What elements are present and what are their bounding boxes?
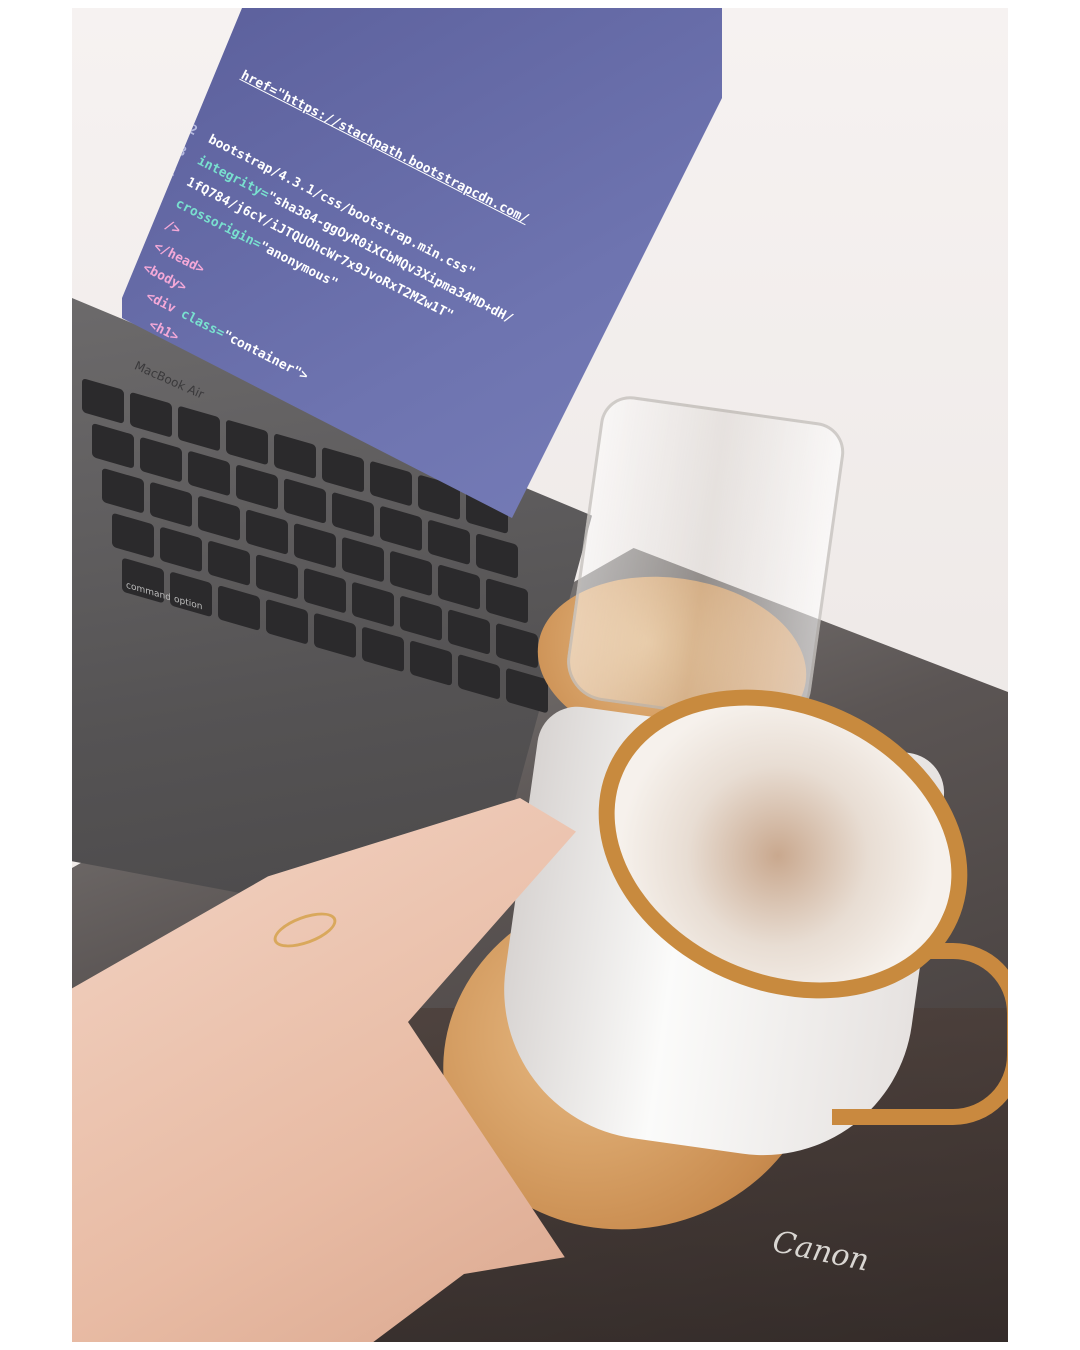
keyboard-key [112,512,154,559]
drinking-glass [561,392,849,730]
keyboard-key: option [170,571,212,618]
keyboard-key [102,467,144,514]
keyboard-key [92,422,134,469]
keyboard-key [390,550,432,597]
photo: command option MacBook Air href="https://… [72,8,1008,1342]
keyboard-key [380,505,422,552]
keyboard-key [448,608,490,655]
keyboard-key [438,564,480,611]
keyboard-key [188,450,230,497]
keyboard-key [284,477,326,524]
keyboard-key [266,598,308,645]
keyboard-key [476,532,518,580]
keyboard-key [294,522,336,569]
keyboard-key [150,481,192,528]
keyboard-key [314,612,356,659]
keyboard-key [160,526,202,573]
keyboard-key [410,640,452,687]
keyboard-key [236,464,278,511]
keyboard-key [332,491,374,538]
keyboard-key [496,622,538,669]
keyboard-key [140,436,182,483]
keyboard-key [304,567,346,614]
keyboard-key [342,536,384,583]
keyboard-key [198,495,240,542]
keyboard-key [400,595,442,642]
keyboard-key [486,577,528,624]
keyboard-key [428,519,470,566]
keyboard-key [458,653,500,700]
keyboard-key [208,540,250,587]
keyboard-key [352,581,394,628]
keyboard-key [246,509,288,556]
keyboard-key [218,584,260,632]
keyboard-key: command [122,557,171,604]
keyboard-key [362,626,404,673]
keyboard-key [256,553,298,600]
